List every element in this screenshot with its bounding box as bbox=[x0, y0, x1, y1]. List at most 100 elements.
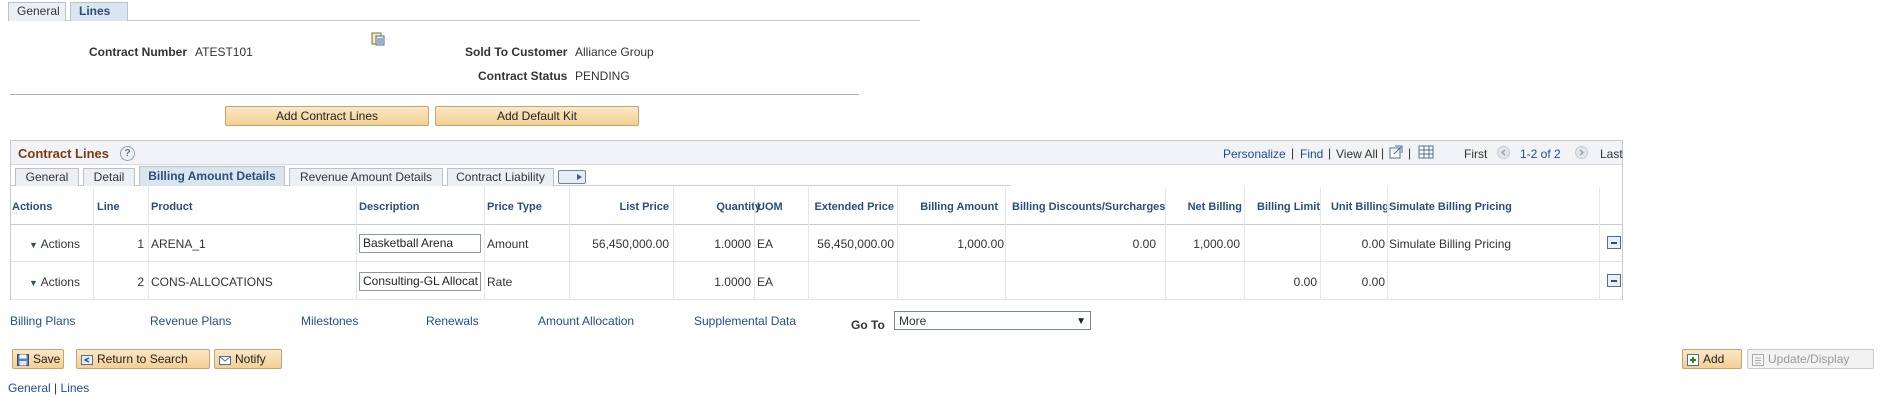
row-line-number: 2 bbox=[137, 275, 144, 289]
row-quantity: 1.0000 bbox=[714, 275, 751, 289]
download-icon[interactable] bbox=[1418, 145, 1434, 159]
col-actions: Actions bbox=[12, 201, 53, 213]
grid-tab-contract-liability[interactable]: Contract Liability bbox=[447, 168, 554, 186]
page-tabs: General Lines bbox=[8, 2, 920, 21]
row-product: CONS-ALLOCATIONS bbox=[151, 275, 273, 289]
separator: | bbox=[1328, 146, 1332, 160]
add-default-kit-button[interactable]: Add Default Kit bbox=[435, 106, 639, 126]
row-price-type: Amount bbox=[487, 237, 529, 251]
grid-tab-general[interactable]: General bbox=[15, 168, 79, 186]
row-extended-price: 56,450,000.00 bbox=[817, 237, 894, 251]
view-all-link[interactable]: View All bbox=[1336, 147, 1378, 161]
col-billing-limit: Billing Limit bbox=[1257, 201, 1320, 213]
row-price-type: Rate bbox=[487, 275, 513, 289]
col-extended-price: Extended Price bbox=[814, 201, 894, 213]
row-uom: EA bbox=[757, 275, 774, 289]
col-description: Description bbox=[359, 201, 420, 213]
add-button[interactable]: Add bbox=[1682, 349, 1742, 369]
last-label: Last bbox=[1600, 147, 1623, 161]
update-display-button[interactable]: Update/Display bbox=[1747, 349, 1874, 369]
table-row: ▼ Actions 1 ARENA_1 Basketball Arena Amo… bbox=[11, 225, 1622, 262]
table-row: ▼ Actions 2 CONS-ALLOCATIONS Consulting-… bbox=[11, 263, 1622, 300]
goto-selected-value: More bbox=[899, 314, 927, 328]
save-button[interactable]: Save bbox=[12, 349, 64, 369]
row-actions-menu[interactable]: ▼ Actions bbox=[29, 237, 80, 251]
add-icon bbox=[1687, 353, 1699, 366]
delete-row-icon[interactable] bbox=[1607, 236, 1621, 249]
row-description-input[interactable]: Consulting-GL Allocat bbox=[359, 272, 481, 291]
notify-icon bbox=[219, 353, 231, 365]
row-unit-billing: 0.00 bbox=[1361, 275, 1385, 289]
row-billing-limit: 0.00 bbox=[1293, 275, 1317, 289]
find-link[interactable]: Find bbox=[1300, 147, 1323, 161]
simulate-billing-pricing-link[interactable]: Simulate Billing Pricing bbox=[1389, 237, 1511, 251]
zoom-icon[interactable] bbox=[1389, 145, 1403, 159]
row-billing-discounts-link[interactable]: 0.00 bbox=[1005, 237, 1156, 251]
renewals-link[interactable]: Renewals bbox=[426, 314, 479, 328]
row-description-input[interactable]: Basketball Arena bbox=[359, 234, 481, 253]
contract-number-label: Contract Number bbox=[89, 45, 188, 59]
row-actions-menu[interactable]: ▼ Actions bbox=[29, 275, 80, 289]
contract-number-value: ATEST101 bbox=[195, 45, 253, 59]
return-to-search-button[interactable]: Return to Search bbox=[76, 349, 210, 369]
save-icon bbox=[17, 353, 29, 366]
milestones-link[interactable]: Milestones bbox=[301, 314, 358, 328]
document-icon[interactable] bbox=[371, 32, 385, 46]
col-uom: UOM bbox=[757, 201, 783, 213]
row-billing-amount: 1,000.00 bbox=[957, 237, 1004, 251]
grid-tab-revenue-amount-details[interactable]: Revenue Amount Details bbox=[289, 168, 443, 186]
first-label: First bbox=[1464, 147, 1488, 161]
footer-separator: | bbox=[54, 381, 58, 395]
status-value: PENDING bbox=[575, 69, 630, 83]
col-list-price: List Price bbox=[619, 201, 669, 213]
footer-general-link[interactable]: General bbox=[8, 381, 51, 395]
supplemental-data-link[interactable]: Supplemental Data bbox=[694, 314, 796, 328]
row-quantity: 1.0000 bbox=[714, 237, 751, 251]
separator: | bbox=[1291, 146, 1295, 160]
sold-to-value: Alliance Group bbox=[575, 45, 654, 59]
separator: | bbox=[1381, 146, 1385, 160]
separator: | bbox=[1408, 146, 1412, 160]
update-display-icon bbox=[1752, 353, 1764, 366]
return-icon bbox=[81, 353, 93, 365]
col-billing-amount: Billing Amount bbox=[920, 201, 998, 213]
sold-to-label: Sold To Customer bbox=[465, 45, 568, 59]
footer-lines-link[interactable]: Lines bbox=[61, 381, 90, 395]
revenue-plans-link[interactable]: Revenue Plans bbox=[150, 314, 231, 328]
row-unit-billing: 0.00 bbox=[1361, 237, 1385, 251]
column-header-row: Actions Line Product Description Price T… bbox=[11, 187, 1622, 225]
notify-button[interactable]: Notify bbox=[214, 349, 282, 369]
add-contract-lines-button[interactable]: Add Contract Lines bbox=[225, 106, 429, 126]
previous-icon[interactable] bbox=[1497, 146, 1510, 159]
col-line: Line bbox=[97, 201, 120, 213]
grid-title: Contract Lines bbox=[18, 146, 110, 161]
col-price-type: Price Type bbox=[487, 201, 542, 213]
tab-general[interactable]: General bbox=[8, 2, 66, 21]
grid-tabs: General Detail Billing Amount Details Re… bbox=[11, 166, 1011, 186]
amount-allocation-link[interactable]: Amount Allocation bbox=[538, 314, 634, 328]
tab-lines[interactable]: Lines bbox=[70, 2, 128, 21]
col-net-billing: Net Billing bbox=[1187, 201, 1242, 213]
grid-tab-detail[interactable]: Detail bbox=[83, 168, 135, 186]
row-list-price: 56,450,000.00 bbox=[592, 237, 669, 251]
divider bbox=[10, 94, 859, 95]
status-label: Contract Status bbox=[478, 69, 568, 83]
show-all-columns-icon[interactable] bbox=[558, 170, 586, 184]
billing-plans-link[interactable]: Billing Plans bbox=[10, 314, 75, 328]
row-net-billing: 1,000.00 bbox=[1193, 237, 1240, 251]
col-quantity: Quantity bbox=[716, 201, 761, 213]
chevron-down-icon: ▼ bbox=[1076, 316, 1086, 327]
help-icon[interactable]: ? bbox=[120, 146, 135, 161]
grid-tab-billing-amount-details[interactable]: Billing Amount Details bbox=[139, 166, 285, 186]
row-range: 1-2 of 2 bbox=[1520, 147, 1561, 161]
col-product: Product bbox=[151, 201, 193, 213]
personalize-link[interactable]: Personalize bbox=[1223, 147, 1286, 161]
goto-select[interactable]: More ▼ bbox=[894, 311, 1091, 330]
col-simulate-billing-pricing: Simulate Billing Pricing bbox=[1389, 201, 1512, 213]
row-line-number: 1 bbox=[137, 237, 144, 251]
goto-label: Go To bbox=[851, 318, 885, 332]
col-unit-billing: Unit Billing bbox=[1330, 201, 1389, 213]
next-icon[interactable] bbox=[1575, 146, 1588, 159]
delete-row-icon[interactable] bbox=[1607, 274, 1621, 287]
grid-header: Contract Lines ? Personalize | Find | Vi… bbox=[11, 141, 1623, 165]
